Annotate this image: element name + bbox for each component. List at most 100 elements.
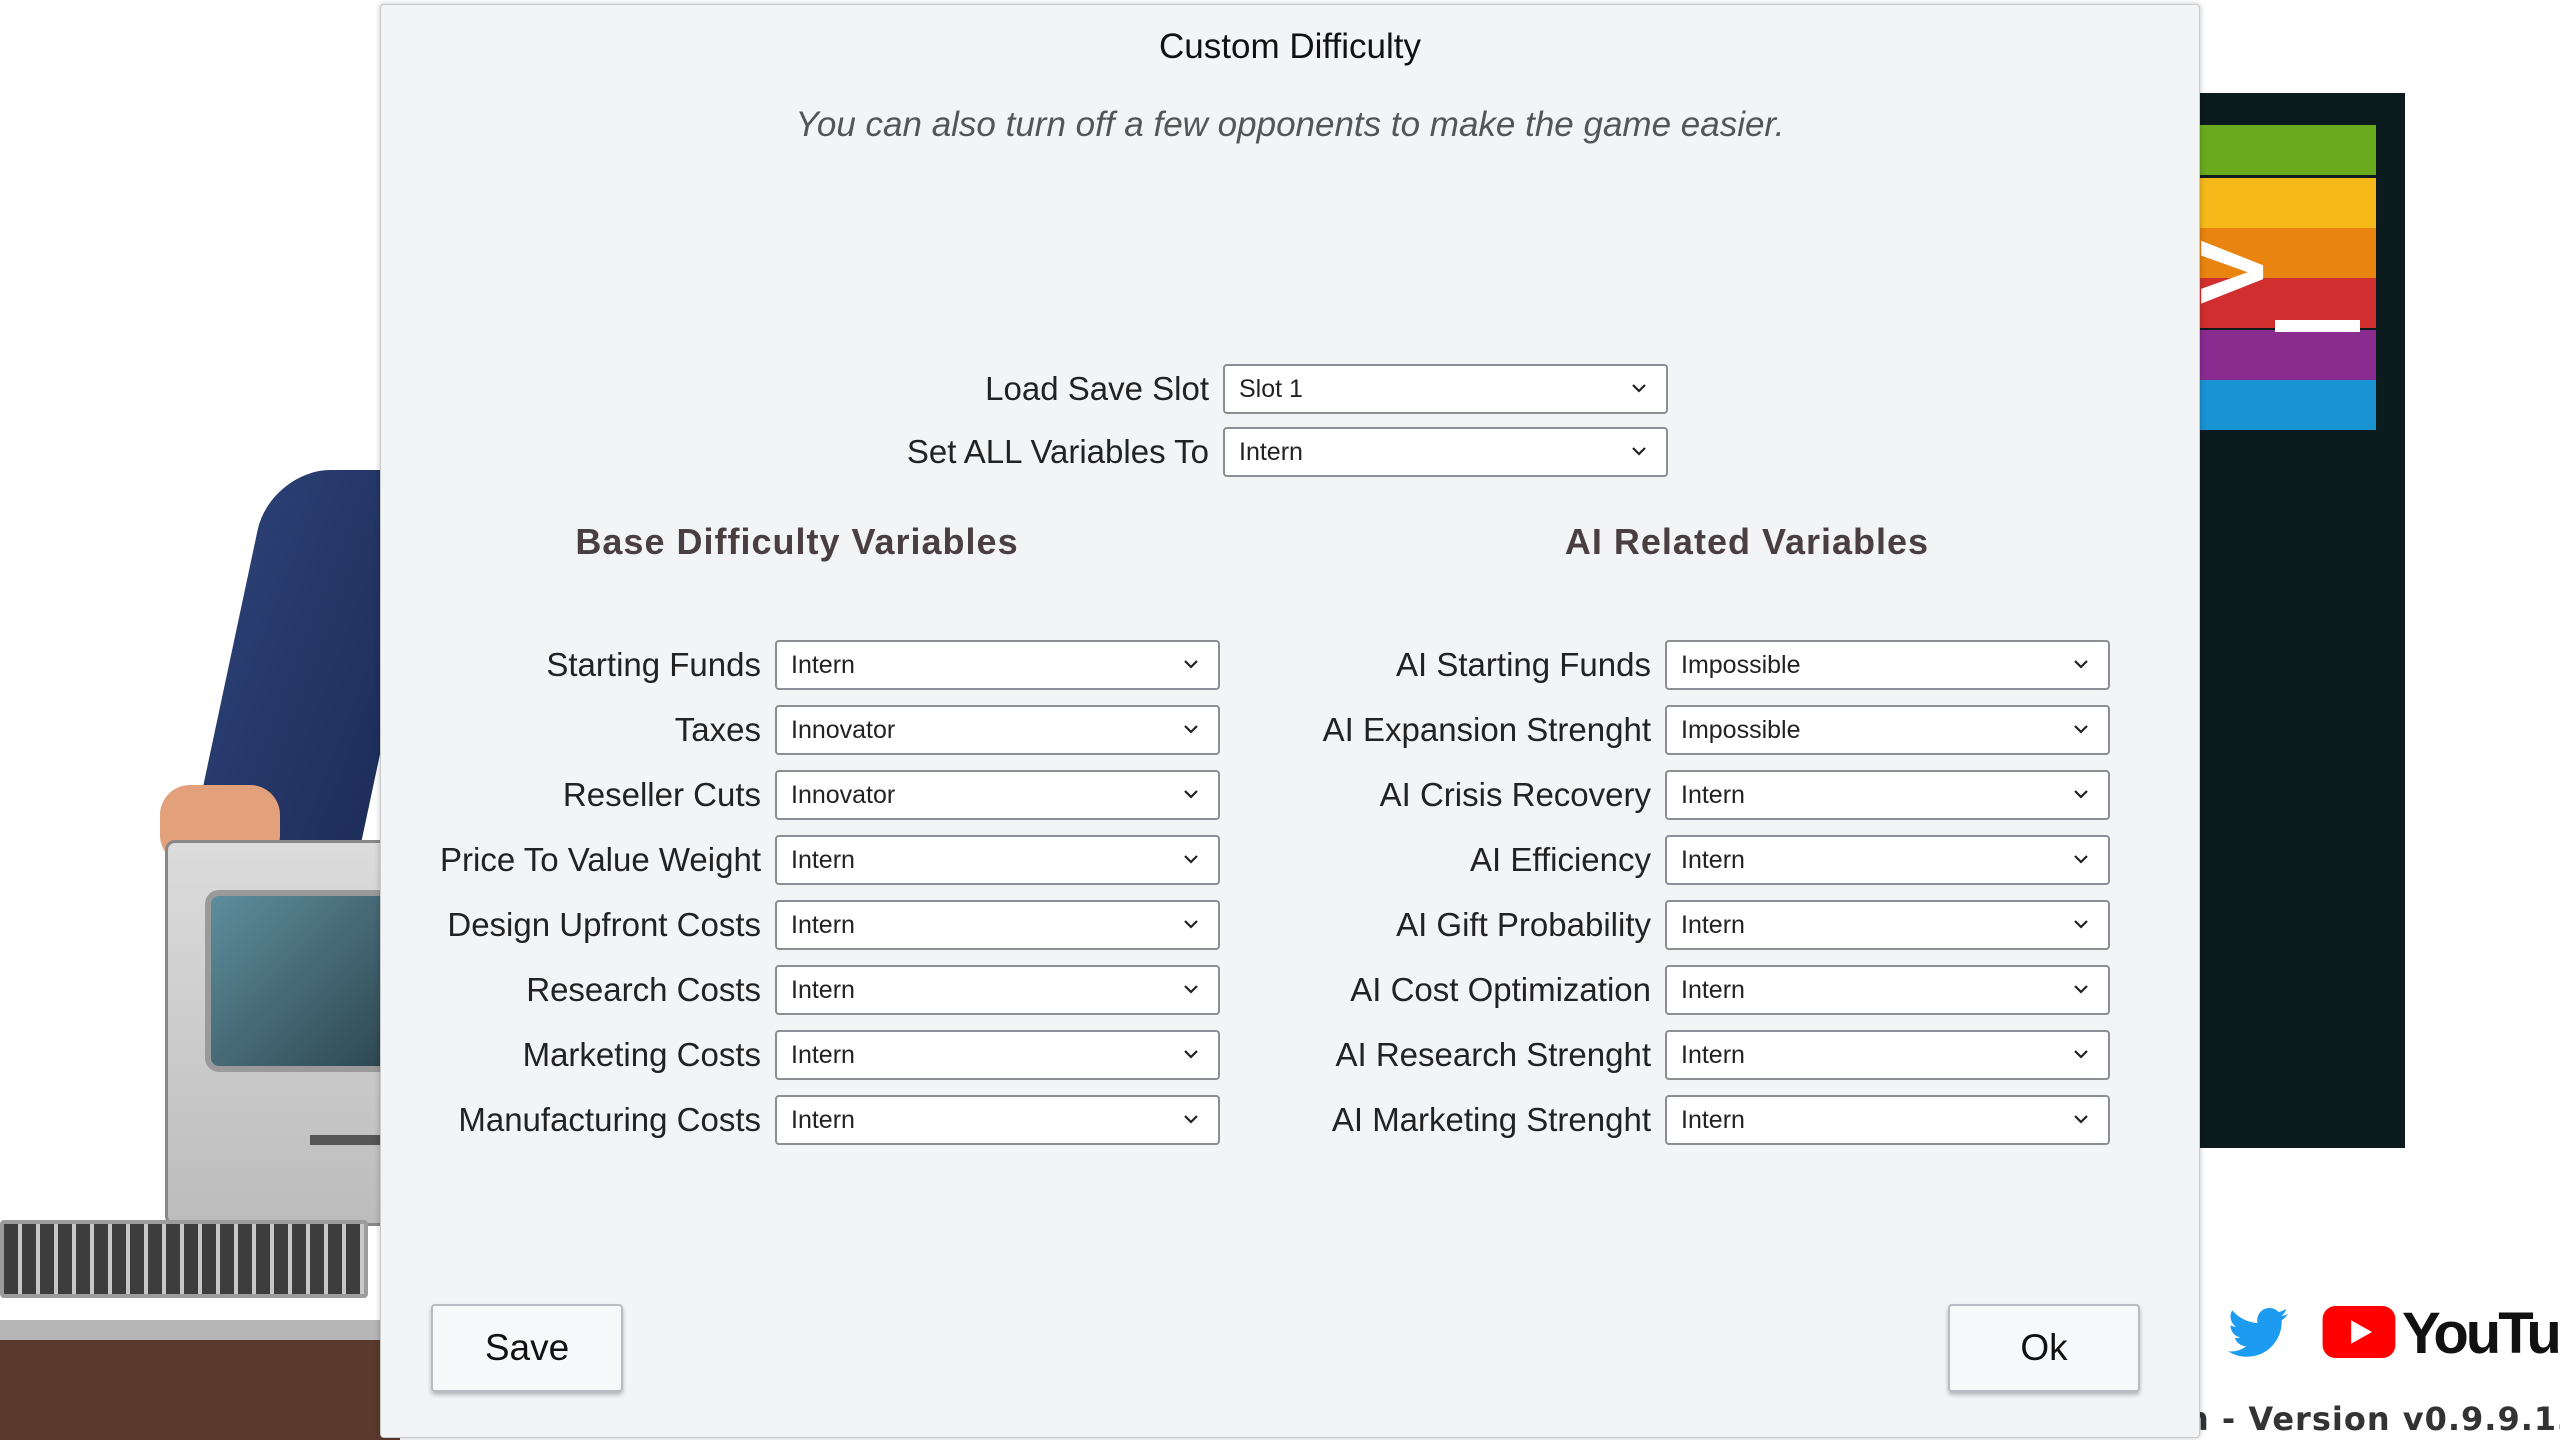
ai-variable-select[interactable]: Impossible (1665, 640, 2110, 690)
ai-variable-row: AI Efficiency Intern (1271, 834, 2110, 886)
terminal-cursor-icon (2275, 320, 2360, 332)
chevron-down-icon (1184, 1115, 1198, 1124)
select-value: Intern (791, 845, 855, 874)
select-value: Intern (1681, 1040, 1745, 1069)
ai-variable-row: AI Research Strenght Intern (1271, 1029, 2110, 1081)
select-value: Intern (791, 1040, 855, 1069)
base-variable-select[interactable]: Intern (775, 835, 1220, 885)
chevron-down-icon (1184, 855, 1198, 864)
chevron-down-icon (2074, 660, 2088, 669)
terminal-prompt-icon: > (2196, 200, 2269, 339)
chevron-down-icon (1632, 384, 1646, 393)
select-value: Intern (791, 1105, 855, 1134)
base-variable-row: Taxes Innovator (381, 704, 1220, 756)
ai-variable-select[interactable]: Intern (1665, 900, 2110, 950)
ai-variable-row: AI Crisis Recovery Intern (1271, 769, 2110, 821)
base-variable-select[interactable]: Innovator (775, 770, 1220, 820)
ai-variable-select[interactable]: Intern (1665, 1030, 2110, 1080)
ai-variable-row: AI Gift Probability Intern (1271, 899, 2110, 951)
base-variable-row: Starting Funds Intern (381, 639, 1220, 691)
chevron-down-icon (1632, 447, 1646, 456)
base-variable-row: Price To Value Weight Intern (381, 834, 1220, 886)
version-text: ch - Version v0.9.9.15 (2188, 1400, 2560, 1438)
base-variable-row: Design Upfront Costs Intern (381, 899, 1220, 951)
base-variable-label: Price To Value Weight (439, 841, 761, 878)
dialog-subtitle: You can also turn off a few opponents to… (795, 105, 1785, 144)
base-variable-select[interactable]: Innovator (775, 705, 1220, 755)
base-variable-label: Marketing Costs (522, 1036, 761, 1073)
ai-variable-label: AI Efficiency (1470, 841, 1651, 878)
base-variable-label: Design Upfront Costs (447, 906, 761, 943)
base-variable-row: Reseller Cuts Innovator (381, 769, 1220, 821)
ai-variable-label: AI Gift Probability (1396, 906, 1651, 943)
ai-variable-label: AI Crisis Recovery (1379, 776, 1651, 813)
youtube-icon[interactable] (2322, 1306, 2396, 1358)
load-save-slot-row: Load Save Slot Slot 1 (781, 363, 1668, 415)
ai-variable-select[interactable]: Intern (1665, 1095, 2110, 1145)
select-value: Intern (791, 975, 855, 1004)
base-variable-select[interactable]: Intern (775, 900, 1220, 950)
ai-variable-row: AI Expansion Strenght Impossible (1271, 704, 2110, 756)
youtube-wordmark[interactable]: YouTube (2402, 1300, 2560, 1367)
chevron-down-icon (1184, 1050, 1198, 1059)
base-variable-select[interactable]: Intern (775, 965, 1220, 1015)
select-value: Intern (791, 650, 855, 679)
load-save-slot-select[interactable]: Slot 1 (1223, 364, 1668, 414)
select-value: Intern (1681, 975, 1745, 1004)
select-value: Intern (1681, 910, 1745, 939)
version-clip: ch - Version v0.9.9.15 (2188, 1390, 2560, 1440)
base-variable-select[interactable]: Intern (775, 640, 1220, 690)
base-variable-select[interactable]: Intern (775, 1095, 1220, 1145)
chevron-down-icon (1184, 985, 1198, 994)
set-all-variables-row: Set ALL Variables To Intern (781, 426, 1668, 478)
chevron-down-icon (2074, 985, 2088, 994)
set-all-variables-select[interactable]: Intern (1223, 427, 1668, 477)
base-variable-label: Reseller Cuts (562, 776, 761, 813)
chevron-down-icon (1184, 725, 1198, 734)
ai-variable-select[interactable]: Intern (1665, 965, 2110, 1015)
base-variable-row: Research Costs Intern (381, 964, 1220, 1016)
select-value: Innovator (791, 780, 896, 809)
select-value: Intern (1681, 1105, 1745, 1134)
twitter-icon[interactable] (2228, 1308, 2288, 1358)
base-variable-label: Taxes (674, 711, 761, 748)
ai-variable-select[interactable]: Impossible (1665, 705, 2110, 755)
base-section-heading: Base Difficulty Variables (575, 521, 1019, 562)
ai-variable-label: AI Starting Funds (1396, 646, 1651, 683)
ai-variable-row: AI Marketing Strenght Intern (1271, 1094, 2110, 1146)
ai-section-heading: AI Related Variables (1564, 521, 1930, 562)
ai-variable-select[interactable]: Intern (1665, 770, 2110, 820)
select-value: Innovator (791, 715, 896, 744)
select-value: Intern (1681, 780, 1745, 809)
ai-variable-row: AI Cost Optimization Intern (1271, 964, 2110, 1016)
base-variable-label: Manufacturing Costs (458, 1101, 761, 1138)
select-value: Intern (791, 910, 855, 939)
base-variable-row: Manufacturing Costs Intern (381, 1094, 1220, 1146)
keyboard (0, 1220, 368, 1298)
load-save-slot-label: Load Save Slot (985, 370, 1209, 407)
desk (0, 1340, 400, 1440)
base-variable-row: Marketing Costs Intern (381, 1029, 1220, 1081)
chevron-down-icon (1184, 790, 1198, 799)
chevron-down-icon (1184, 920, 1198, 929)
dialog-title: Custom Difficulty (1159, 27, 1421, 66)
logo-stripe (2190, 380, 2376, 430)
ai-variable-label: AI Cost Optimization (1350, 971, 1651, 1008)
select-value: Impossible (1681, 650, 1801, 679)
set-all-variables-label: Set ALL Variables To (906, 433, 1209, 470)
chevron-down-icon (2074, 790, 2088, 799)
ok-button[interactable]: Ok (1948, 1304, 2140, 1392)
chevron-down-icon (2074, 1050, 2088, 1059)
ai-variable-label: AI Marketing Strenght (1331, 1101, 1651, 1138)
select-value: Intern (1681, 845, 1745, 874)
chevron-down-icon (2074, 725, 2088, 734)
save-button[interactable]: Save (431, 1304, 623, 1392)
ai-variable-select[interactable]: Intern (1665, 835, 2110, 885)
base-variable-select[interactable]: Intern (775, 1030, 1220, 1080)
ai-variable-label: AI Research Strenght (1335, 1036, 1652, 1073)
base-variable-label: Starting Funds (546, 646, 761, 683)
ai-variable-label: AI Expansion Strenght (1322, 711, 1651, 748)
chevron-down-icon (2074, 1115, 2088, 1124)
custom-difficulty-dialog: Custom Difficulty You can also turn off … (380, 4, 2200, 1438)
select-value: Slot 1 (1239, 374, 1303, 403)
